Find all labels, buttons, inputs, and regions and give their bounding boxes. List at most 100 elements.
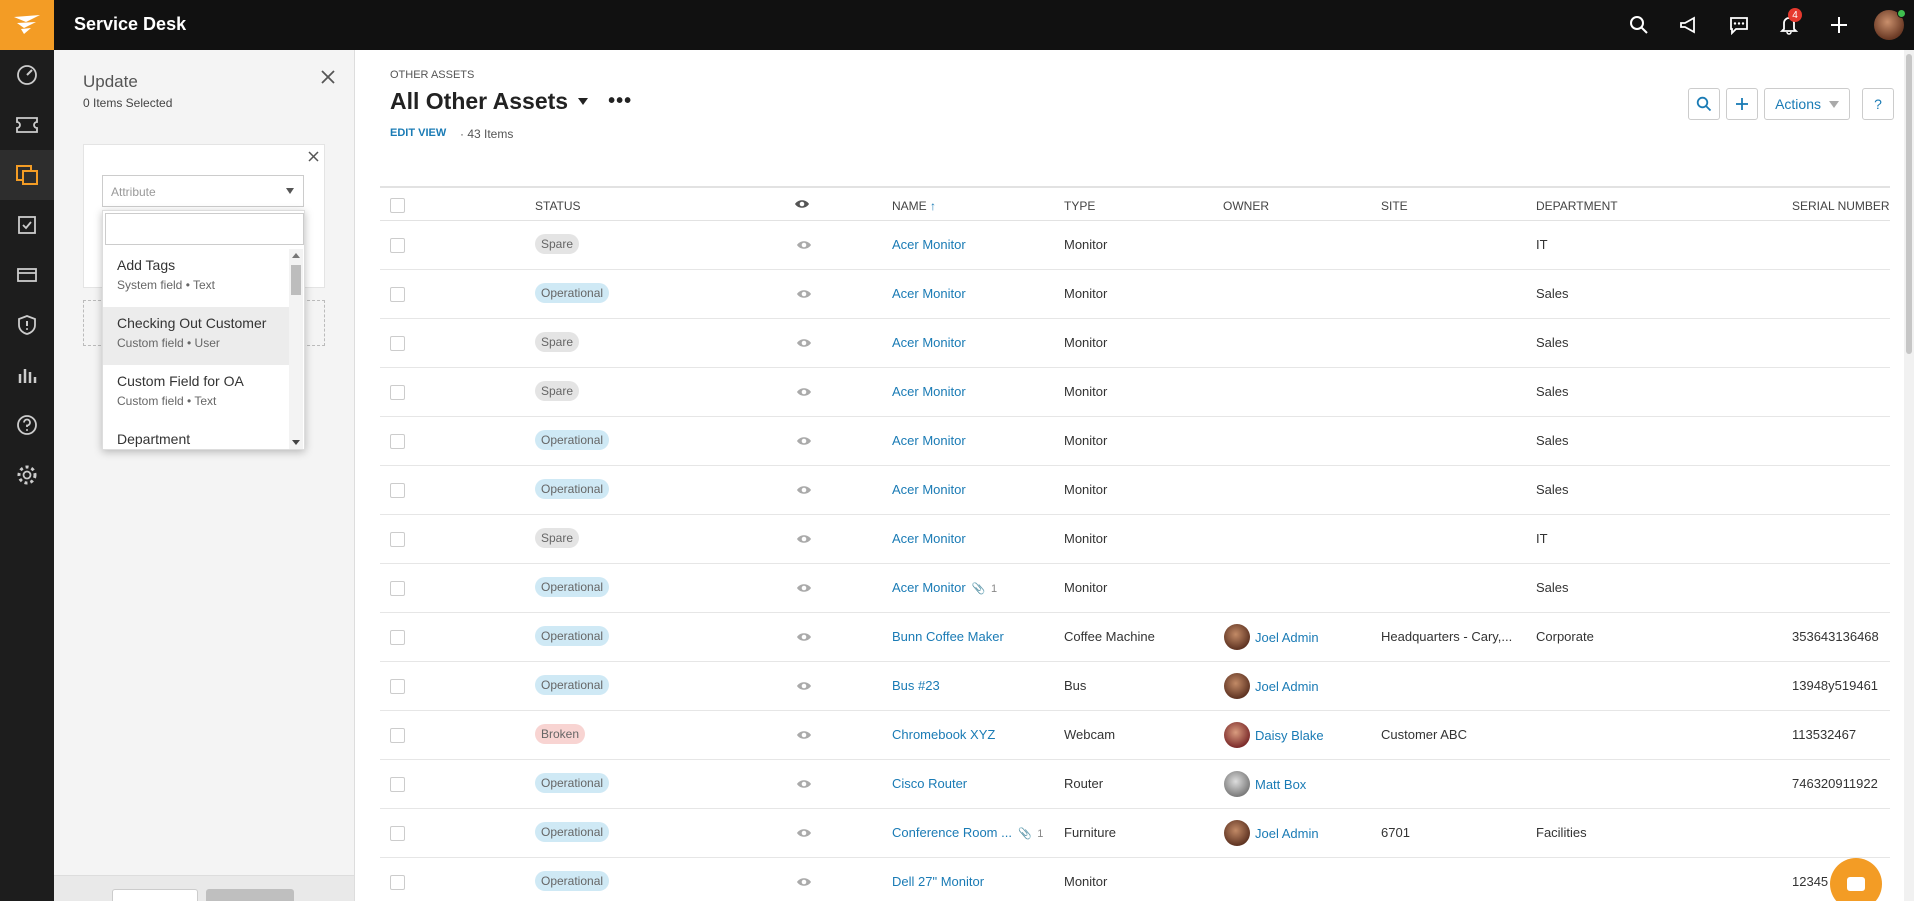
scroll-up-icon[interactable]: [292, 253, 300, 258]
asset-name-link[interactable]: Acer Monitor: [892, 531, 966, 546]
row-checkbox[interactable]: [390, 679, 405, 694]
asset-name-link[interactable]: Acer Monitor 📎 1: [892, 580, 997, 595]
table-row[interactable]: Spare Acer Monitor Monitor Sales: [380, 319, 1890, 368]
dropdown-option[interactable]: Add Tags System field • Text: [103, 249, 289, 307]
close-icon[interactable]: [315, 64, 341, 90]
row-checkbox[interactable]: [390, 826, 405, 841]
row-checkbox[interactable]: [390, 581, 405, 596]
scroll-down-icon[interactable]: [292, 440, 300, 445]
row-checkbox[interactable]: [390, 238, 405, 253]
visibility-eye-icon[interactable]: [796, 385, 812, 403]
remove-attribute-close-icon[interactable]: [304, 147, 322, 165]
table-row[interactable]: Spare Acer Monitor Monitor IT: [380, 221, 1890, 270]
dropdown-option[interactable]: Department: [103, 423, 289, 449]
table-row[interactable]: Operational Acer Monitor Monitor Sales: [380, 466, 1890, 515]
row-checkbox[interactable]: [390, 875, 405, 890]
dropdown-option[interactable]: Checking Out Customer Custom field • Use…: [103, 307, 289, 365]
scrollbar-thumb[interactable]: [291, 265, 301, 295]
edit-view-link[interactable]: EDIT VIEW: [390, 127, 446, 139]
settings-gear-icon[interactable]: [0, 450, 54, 500]
ticket-icon[interactable]: [0, 100, 54, 150]
logo-icon[interactable]: [0, 0, 54, 50]
owner-link[interactable]: Daisy Blake: [1224, 722, 1324, 748]
table-row[interactable]: Operational Conference Room ... 📎 1 Furnitu…: [380, 809, 1890, 858]
asset-name-link[interactable]: Chromebook XYZ: [892, 727, 995, 742]
row-checkbox[interactable]: [390, 434, 405, 449]
more-options-icon[interactable]: •••: [608, 90, 632, 113]
asset-name-link[interactable]: Cisco Router: [892, 776, 967, 791]
actions-button[interactable]: Actions: [1764, 88, 1850, 120]
table-row[interactable]: Operational Cisco Router Router Matt Box 746…: [380, 760, 1890, 809]
add-asset-button[interactable]: [1726, 88, 1759, 120]
visibility-eye-icon[interactable]: [796, 728, 812, 746]
visibility-eye-icon[interactable]: [796, 483, 812, 501]
owner-link[interactable]: Joel Admin: [1224, 820, 1319, 846]
view-dropdown-icon[interactable]: [578, 98, 589, 105]
chat-support-icon[interactable]: [1830, 858, 1882, 901]
assets-icon[interactable]: [0, 150, 54, 200]
owner-link[interactable]: Joel Admin: [1224, 624, 1319, 650]
cancel-button[interactable]: [112, 889, 198, 901]
asset-name-link[interactable]: Bus #23: [892, 678, 940, 693]
row-checkbox[interactable]: [390, 287, 405, 302]
search-button[interactable]: [1688, 88, 1721, 120]
asset-name-link[interactable]: Acer Monitor: [892, 335, 966, 350]
chat-icon[interactable]: [1714, 0, 1764, 50]
col-serial-number[interactable]: SERIAL NUMBER: [1792, 199, 1890, 213]
page-scrollbar[interactable]: [1904, 50, 1914, 901]
visibility-eye-icon[interactable]: [796, 336, 812, 354]
asset-name-link[interactable]: Conference Room ... 📎 1: [892, 825, 1043, 840]
visibility-eye-icon[interactable]: [796, 238, 812, 256]
reports-icon[interactable]: [0, 350, 54, 400]
card-icon[interactable]: [0, 250, 54, 300]
asset-name-link[interactable]: Acer Monitor: [892, 384, 966, 399]
col-type[interactable]: TYPE: [1064, 199, 1095, 213]
search-icon[interactable]: [1614, 0, 1664, 50]
dropdown-scrollbar[interactable]: [289, 249, 303, 449]
table-row[interactable]: Operational Dell 27" Monitor Monitor 12345: [380, 858, 1890, 901]
user-avatar[interactable]: [1864, 0, 1914, 50]
breadcrumb[interactable]: OTHER ASSETS: [390, 69, 474, 81]
visibility-eye-icon[interactable]: [796, 826, 812, 844]
asset-name-link[interactable]: Acer Monitor: [892, 286, 966, 301]
shield-icon[interactable]: [0, 300, 54, 350]
asset-name-link[interactable]: Acer Monitor: [892, 433, 966, 448]
owner-link[interactable]: Joel Admin: [1224, 673, 1319, 699]
table-row[interactable]: Operational Acer Monitor Monitor Sales: [380, 270, 1890, 319]
row-checkbox[interactable]: [390, 385, 405, 400]
visibility-eye-icon[interactable]: [796, 532, 812, 550]
visibility-eye-icon[interactable]: [796, 630, 812, 648]
asset-name-link[interactable]: Acer Monitor: [892, 482, 966, 497]
plus-icon[interactable]: [1814, 0, 1864, 50]
scrollbar-thumb[interactable]: [1906, 54, 1912, 354]
table-row[interactable]: Operational Bus #23 Bus Joel Admin 13948y519…: [380, 662, 1890, 711]
table-row[interactable]: Spare Acer Monitor Monitor Sales: [380, 368, 1890, 417]
asset-name-link[interactable]: Acer Monitor: [892, 237, 966, 252]
attribute-select[interactable]: Attribute: [102, 175, 304, 207]
dropdown-search-input[interactable]: [105, 213, 304, 245]
help-icon[interactable]: [0, 400, 54, 450]
table-row[interactable]: Broken Chromebook XYZ Webcam Daisy Blake Cus…: [380, 711, 1890, 760]
col-site[interactable]: SITE: [1381, 199, 1408, 213]
table-row[interactable]: Spare Acer Monitor Monitor IT: [380, 515, 1890, 564]
dashboard-icon[interactable]: [0, 50, 54, 100]
col-name[interactable]: NAME ↑: [892, 199, 936, 213]
row-checkbox[interactable]: [390, 777, 405, 792]
owner-link[interactable]: Matt Box: [1224, 771, 1306, 797]
megaphone-icon[interactable]: [1664, 0, 1714, 50]
tasks-icon[interactable]: [0, 200, 54, 250]
col-department[interactable]: DEPARTMENT: [1536, 199, 1618, 213]
visibility-eye-icon[interactable]: [796, 581, 812, 599]
asset-name-link[interactable]: Dell 27" Monitor: [892, 874, 984, 889]
visibility-eye-icon[interactable]: [796, 875, 812, 893]
row-checkbox[interactable]: [390, 630, 405, 645]
row-checkbox[interactable]: [390, 336, 405, 351]
help-button[interactable]: ?: [1862, 88, 1894, 120]
table-row[interactable]: Operational Acer Monitor 📎 1 Monitor Sales: [380, 564, 1890, 613]
select-all-checkbox[interactable]: [390, 198, 405, 213]
visibility-eye-icon[interactable]: [796, 287, 812, 305]
col-owner[interactable]: OWNER: [1223, 199, 1269, 213]
update-button[interactable]: [206, 889, 294, 901]
visibility-eye-icon[interactable]: [796, 679, 812, 697]
row-checkbox[interactable]: [390, 728, 405, 743]
